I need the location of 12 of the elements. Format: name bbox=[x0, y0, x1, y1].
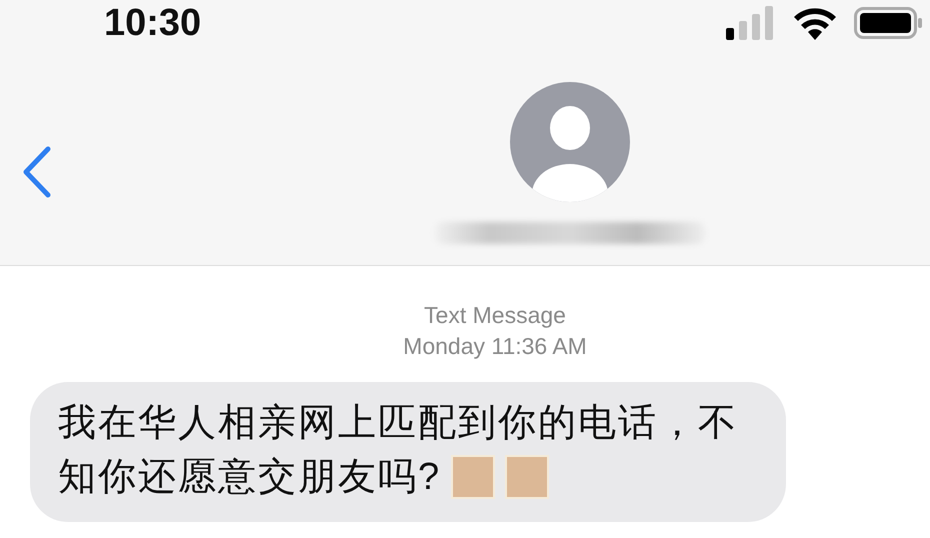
battery-icon bbox=[854, 6, 922, 40]
emoji-placeholder-icon bbox=[505, 455, 550, 499]
message-text: 知你还愿意交朋友吗? bbox=[58, 455, 442, 500]
signal-icon bbox=[726, 6, 776, 40]
back-icon[interactable] bbox=[22, 146, 52, 198]
message-label: Text Message bbox=[424, 301, 566, 330]
message-text: 我在华人相亲网上匹配到你的电话，不 bbox=[58, 401, 738, 446]
message-timestamp: Monday 11:36 AM bbox=[403, 332, 587, 361]
avatar-icon[interactable] bbox=[510, 82, 630, 202]
status-time: 10:30 bbox=[104, 2, 202, 44]
wifi-icon bbox=[792, 6, 838, 40]
emoji-placeholder-icon bbox=[451, 455, 496, 499]
